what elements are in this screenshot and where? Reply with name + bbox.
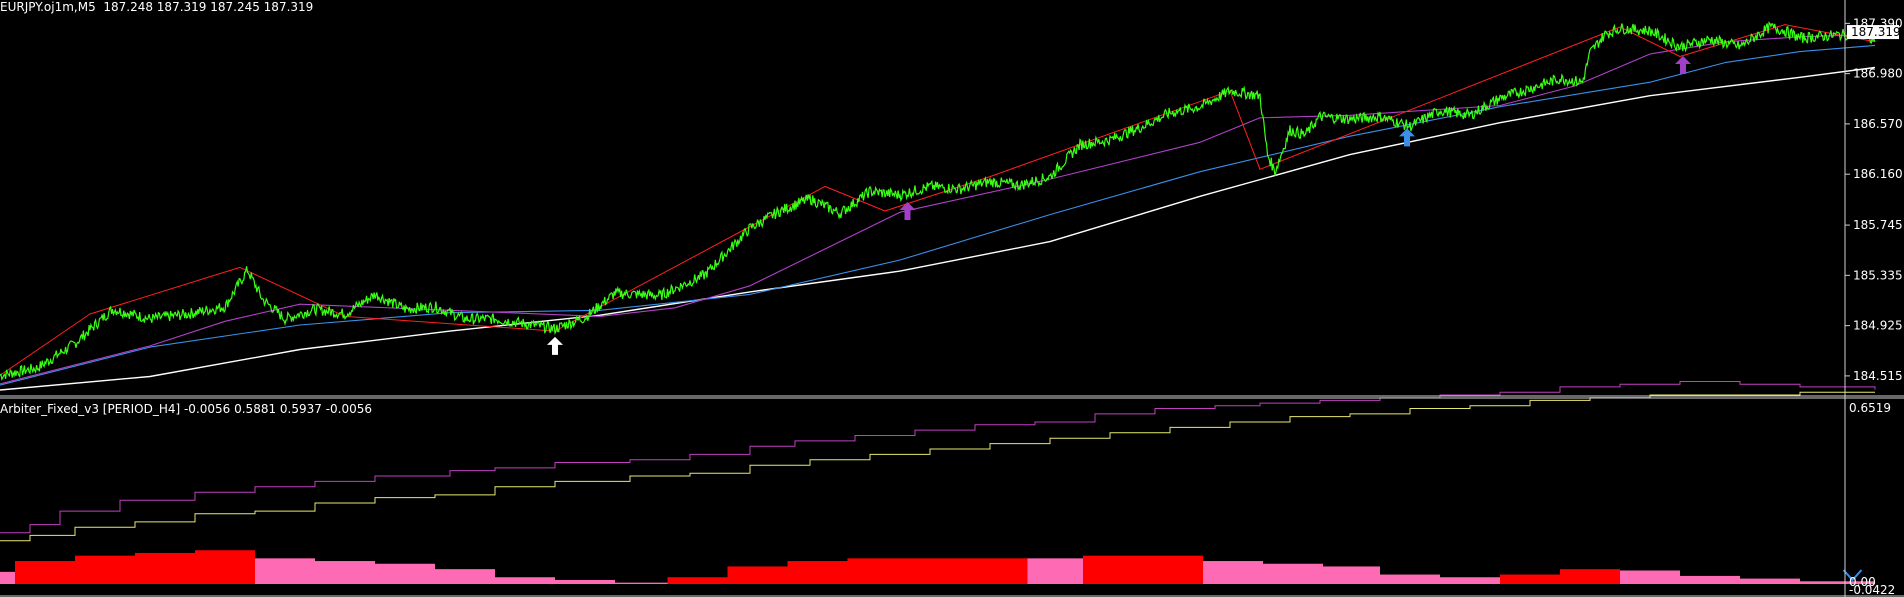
histogram-bar [1440, 577, 1500, 584]
price-tick-label: 185.335 [1853, 268, 1903, 282]
histogram-bar [1323, 566, 1380, 584]
indicator-subwindow[interactable] [0, 381, 1876, 585]
histogram-bar [1680, 575, 1740, 584]
histogram-bar [907, 558, 968, 584]
histogram-bar [255, 558, 315, 584]
histogram-bar [787, 561, 848, 584]
arrow-up-icon [1675, 56, 1691, 75]
price-tick-label: 185.745 [1853, 218, 1903, 232]
chart-canvas[interactable]: 187.390186.980186.570186.160185.745185.3… [0, 0, 1904, 597]
histogram-bar [15, 561, 75, 584]
histogram-bar [1263, 563, 1323, 584]
price-tick-label: 186.980 [1853, 67, 1903, 81]
price-axis: 187.390186.980186.570186.160185.745185.3… [1845, 16, 1903, 597]
histogram-bar [615, 582, 668, 584]
histogram-bar [847, 558, 908, 584]
zigzag-line [0, 24, 1876, 376]
histogram-bar [1203, 561, 1263, 584]
histogram-bar [435, 569, 495, 584]
histogram-bar [667, 577, 728, 584]
histogram-bar [0, 571, 15, 584]
main-price-chart[interactable] [0, 21, 1876, 391]
price-line [0, 21, 1876, 381]
signal-arrow-up [547, 336, 563, 355]
histogram-bar [555, 579, 615, 584]
arrow-up-icon [547, 336, 563, 355]
yellow-step-line [0, 391, 1875, 542]
histogram-bar [967, 558, 1028, 584]
histogram-bar [495, 577, 555, 584]
histogram-bar [1143, 555, 1203, 584]
histogram-bar [375, 563, 435, 584]
price-tick-label: 184.515 [1853, 369, 1903, 383]
indicator-axis-label: -0.0422 [1849, 583, 1895, 597]
histogram-bar [1620, 570, 1680, 584]
histogram-bar [315, 561, 375, 584]
histogram-bar [1740, 578, 1800, 584]
signal-arrow-up [1675, 56, 1691, 75]
arrow-up-icon [899, 201, 916, 220]
price-tick-label: 186.160 [1853, 167, 1903, 181]
histogram-bar [1380, 574, 1440, 584]
magenta-step-line [0, 381, 1876, 534]
ma-blue-line [0, 44, 1876, 386]
histogram-bar [75, 555, 135, 584]
ma-white-line [0, 66, 1876, 391]
price-tick-label: 186.570 [1853, 117, 1903, 131]
histogram-bar [195, 550, 255, 584]
indicator-axis-label: 0.6519 [1849, 401, 1891, 415]
histogram-bar [1500, 574, 1560, 584]
histogram-bar [135, 552, 195, 584]
histogram-bar [727, 566, 788, 584]
price-tick-label: 184.925 [1853, 319, 1903, 333]
ma-purple-line [0, 33, 1876, 385]
histogram-bar [1083, 555, 1143, 584]
histogram-bar [1027, 558, 1083, 584]
current-price-label: 187.319 [1851, 25, 1901, 39]
histogram-bar [1560, 569, 1620, 584]
signal-arrow-up [899, 201, 916, 220]
